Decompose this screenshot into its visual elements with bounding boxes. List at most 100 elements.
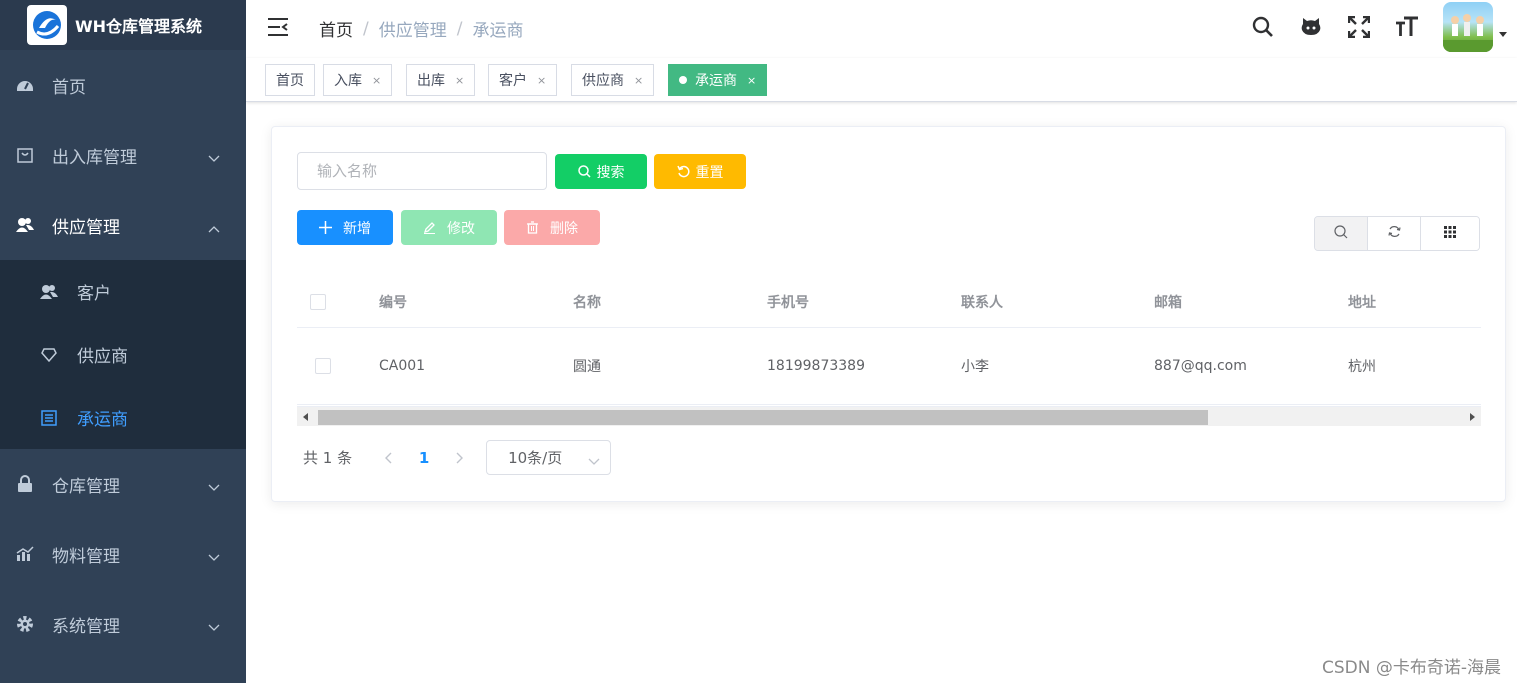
pagination: 共 1 条 1 10条/页 [303,440,612,475]
sidebar-item-customer[interactable]: 客户 [0,260,246,323]
sidebar-item-warehouse[interactable]: 仓库管理 [0,449,246,519]
tags-view: 首页 入库 × 出库 × 客户 × 供应商 × 承运商 × [246,58,1517,102]
table-tools [1314,216,1480,251]
sidebar-item-system[interactable]: 系统管理 [0,589,246,659]
tag-customer[interactable]: 客户 × [488,64,558,96]
columns-button[interactable] [1421,217,1479,250]
chevron-down-icon [588,452,600,470]
sidebar-item-label: 供应商 [77,347,128,367]
sidebar-item-supply[interactable]: 供应管理 [0,190,246,260]
tag-label: 入库 [334,73,362,89]
sidebar-item-label: 客户 [77,284,111,304]
add-button[interactable]: 新增 [297,210,393,245]
main-card: 搜索 重置 新增 修改 删除 编号 名称 手机号 联系人 邮箱 [271,126,1506,502]
table-row[interactable]: CA001 圆通 18199873389 小李 887@qq.com 杭州 [297,328,1481,405]
breadcrumb-home[interactable]: 首页 [319,16,353,41]
table-header: 编号 名称 手机号 联系人 邮箱 地址 [297,277,1481,328]
next-page-icon[interactable] [448,452,472,464]
fullscreen-icon[interactable] [1335,0,1383,54]
column-header[interactable]: 地址 [1348,292,1481,312]
close-icon[interactable]: × [634,74,643,87]
row-checkbox-cell [297,358,379,374]
app-title: WH仓库管理系统 [75,17,203,36]
active-dot-icon [679,76,687,84]
sidebar-item-label: 系统管理 [52,616,120,637]
breadcrumb: 首页 / 供应管理 / 承运商 [319,16,524,42]
tag-carrier[interactable]: 承运商 × [668,64,768,96]
table-cell: 18199873389 [767,358,865,374]
pagination-total: 共 1 条 [303,449,353,467]
sidebar-item-label: 仓库管理 [52,476,120,497]
close-icon[interactable]: × [372,74,381,87]
scrollbar-thumb[interactable] [318,410,1208,425]
peoples-icon [14,214,36,236]
sidebar-item-label: 供应管理 [52,217,120,238]
font-size-icon[interactable] [1383,0,1431,54]
chevron-up-icon [208,218,220,238]
tag-label: 首页 [276,73,304,89]
close-icon[interactable]: × [537,74,546,87]
tag-outbound[interactable]: 出库 × [406,64,476,96]
table-cell: CA001 [379,358,426,374]
page-size-select[interactable]: 10条/页 [486,440,612,475]
carrier-table: 编号 名称 手机号 联系人 邮箱 地址 CA001 圆通 18199873389… [297,277,1481,405]
chevron-down-icon [208,148,220,168]
row-checkbox[interactable] [315,358,331,374]
sidebar-item-carrier[interactable]: 承运商 [0,386,246,449]
breadcrumb-separator: / [456,18,463,39]
dashboard-icon [14,74,36,96]
table-cell: 圆通 [573,359,601,375]
search-icon[interactable] [1239,0,1287,54]
tag-label: 承运商 [695,73,737,89]
breadcrumb-separator: / [363,18,369,39]
tag-label: 供应商 [582,73,624,89]
sidebar-item-label: 首页 [52,77,86,98]
logo[interactable]: WH仓库管理系统 [0,0,246,50]
table-cell: 887@qq.com [1154,358,1247,374]
chevron-down-icon [208,477,220,497]
lock-icon [14,473,36,495]
refresh-button[interactable] [1368,217,1421,250]
column-header[interactable]: 名称 [573,292,767,312]
avatar[interactable] [1443,2,1493,52]
close-icon[interactable]: × [455,74,464,87]
column-header[interactable]: 联系人 [961,292,1154,312]
tag-label: 出库 [417,73,445,89]
peoples-icon [38,281,60,303]
tag-home[interactable]: 首页 [265,64,315,96]
prev-page-icon[interactable] [376,452,400,464]
chevron-down-icon [208,617,220,637]
sidebar-item-inout[interactable]: 出入库管理 [0,120,246,190]
scroll-right-icon[interactable] [1470,413,1475,421]
column-header[interactable]: 邮箱 [1154,292,1348,312]
github-icon[interactable] [1287,0,1335,54]
caret-down-icon[interactable] [1499,31,1507,37]
page-number[interactable]: 1 [400,449,448,467]
column-header[interactable]: 编号 [379,292,573,312]
close-icon[interactable]: × [747,74,756,87]
hamburger-icon[interactable] [266,15,290,39]
tag-supplier[interactable]: 供应商 × [571,64,655,96]
edit-button[interactable]: 修改 [401,210,497,245]
toggle-search-button[interactable] [1315,217,1368,250]
sidebar-item-material[interactable]: 物料管理 [0,519,246,589]
select-all-checkbox[interactable] [310,294,326,310]
name-search-input[interactable] [297,152,547,190]
reset-button[interactable]: 重置 [654,154,746,189]
refresh-icon [1387,225,1401,242]
grid-icon [1444,225,1456,242]
table-cell: 杭州 [1348,359,1376,375]
search-button[interactable]: 搜索 [555,154,647,189]
sidebar-item-home[interactable]: 首页 [0,50,246,120]
watermark: CSDN @卡布奇诺-海晨 [1321,658,1501,678]
column-header[interactable]: 手机号 [767,292,961,312]
breadcrumb-current: 承运商 [472,21,524,41]
logo-icon [27,5,67,45]
sidebar-item-supplier[interactable]: 供应商 [0,323,246,386]
horizontal-scrollbar[interactable] [297,406,1481,426]
tag-inbound[interactable]: 入库 × [323,64,393,96]
add-button-label: 新增 [343,220,371,237]
delete-button[interactable]: 删除 [504,210,600,245]
scroll-left-icon[interactable] [303,413,308,421]
edit-button-label: 修改 [447,220,475,237]
